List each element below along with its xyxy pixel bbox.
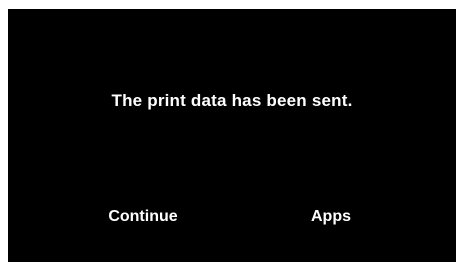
- continue-button[interactable]: Continue: [88, 205, 198, 229]
- status-message: The print data has been sent.: [111, 91, 353, 110]
- printer-status-screen: The print data has been sent. Continue A…: [8, 9, 456, 262]
- apps-button[interactable]: Apps: [276, 205, 386, 229]
